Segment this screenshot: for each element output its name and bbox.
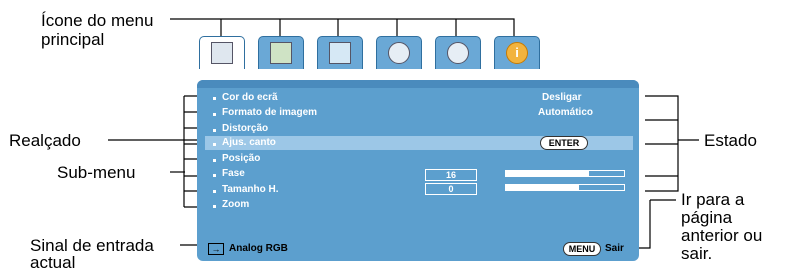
- info-icon: i: [506, 42, 528, 64]
- tab-advanced-settings[interactable]: [435, 36, 481, 69]
- callout-goto: Ir para a: [681, 190, 745, 209]
- menu-item-phase[interactable]: Fase: [222, 167, 245, 181]
- callout-status: Estado: [704, 131, 757, 150]
- picture-adjust-icon: [211, 42, 233, 64]
- source-icon: [329, 42, 351, 64]
- bullet: [213, 190, 216, 193]
- status-bar: → Analog RGB MENU Sair: [205, 242, 633, 256]
- menu-item-aspect-ratio[interactable]: Formato de imagem: [222, 106, 317, 120]
- bullet: [213, 143, 216, 146]
- callout-goto-line2: página: [681, 208, 733, 227]
- tab-image[interactable]: [258, 36, 304, 69]
- settings-icon: [388, 42, 410, 64]
- callout-input-signal-line2: actual: [30, 253, 76, 272]
- current-input-signal: Analog RGB: [229, 243, 288, 254]
- phase-slider-fill: [506, 171, 589, 176]
- bullet: [213, 129, 216, 132]
- menu-item-screen-color[interactable]: Cor do ecrã: [222, 91, 278, 105]
- advanced-settings-icon: [447, 42, 469, 64]
- bullet: [213, 97, 216, 100]
- phase-value[interactable]: 16: [425, 169, 477, 181]
- bullet: [213, 205, 216, 208]
- value-aspect-ratio: Automático: [538, 107, 593, 118]
- menu-item-position[interactable]: Posição: [222, 152, 260, 166]
- image-icon: [270, 42, 292, 64]
- menu-key-button[interactable]: MENU: [563, 242, 601, 256]
- bullet: [213, 159, 216, 162]
- tab-picture-adjust[interactable]: [199, 36, 245, 69]
- tab-info[interactable]: i: [494, 36, 540, 69]
- callout-highlighted: Realçado: [9, 131, 81, 150]
- value-screen-color: Desligar: [542, 92, 582, 103]
- phase-slider[interactable]: [505, 170, 625, 177]
- bullet: [213, 174, 216, 177]
- exit-label: Sair: [605, 243, 624, 254]
- tab-source[interactable]: [317, 36, 363, 69]
- callout-submenu: Sub-menu: [57, 163, 136, 182]
- callout-main-menu-icon: Ícone do menu: [41, 11, 154, 30]
- h-size-slider-fill: [506, 185, 580, 190]
- h-size-slider[interactable]: [505, 184, 625, 191]
- callout-main-menu-icon-line2: principal: [41, 30, 105, 49]
- input-source-icon: →: [208, 243, 224, 255]
- tab-settings[interactable]: [376, 36, 422, 69]
- menu-item-keystone[interactable]: Distorção: [222, 122, 268, 136]
- osd-menu-header: [197, 80, 639, 88]
- callout-goto-line4: sair.: [681, 244, 713, 263]
- menu-item-corner-fit[interactable]: Ajus. canto: [222, 136, 276, 150]
- menu-item-zoom[interactable]: Zoom: [222, 198, 249, 212]
- menu-item-h-size[interactable]: Tamanho H.: [222, 183, 278, 197]
- callout-goto-line3: anterior ou: [681, 226, 763, 245]
- h-size-value[interactable]: 0: [425, 183, 477, 195]
- bullet: [213, 113, 216, 116]
- enter-button[interactable]: ENTER: [540, 136, 588, 150]
